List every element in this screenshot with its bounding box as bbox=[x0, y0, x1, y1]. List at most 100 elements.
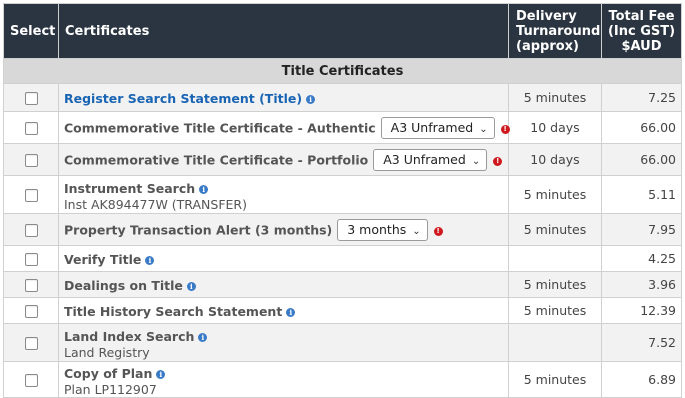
table-row: Title History Search Statement i 5 minutes… bbox=[3, 297, 682, 324]
table-row: Verify Title i 4.25 bbox=[3, 245, 682, 272]
table-row: Commemorative Title Certificate - Portfo… bbox=[3, 143, 682, 176]
certificate-cell: Verify Title i bbox=[58, 245, 509, 272]
certificate-cell: Property Transaction Alert (3 months) 3 m… bbox=[58, 213, 509, 246]
select-checkbox[interactable] bbox=[24, 253, 38, 266]
header-delivery-line3: (approx) bbox=[516, 38, 579, 54]
total-fee: 4.25 bbox=[601, 245, 682, 272]
certificate-cell: Register Search Statement (Title) i bbox=[58, 83, 509, 112]
select-checkbox[interactable] bbox=[24, 374, 38, 387]
delivery-time: 10 days bbox=[508, 111, 602, 144]
option-dropdown[interactable]: 3 months ⌄ bbox=[337, 218, 428, 241]
select-checkbox[interactable] bbox=[24, 154, 38, 167]
chevron-down-icon: ⌄ bbox=[479, 123, 488, 135]
select-checkbox[interactable] bbox=[24, 279, 38, 292]
certificate-cell: Commemorative Title Certificate - Authen… bbox=[58, 111, 510, 144]
header-fee-line1: Total Fee bbox=[608, 8, 675, 24]
warning-icon[interactable]: ! bbox=[433, 227, 443, 236]
certificate-subtext: Land Registry bbox=[64, 344, 150, 360]
certificate-link[interactable]: Register Search Statement (Title) bbox=[64, 91, 302, 106]
select-cell bbox=[3, 297, 59, 324]
certificate-line: Instrument Search i bbox=[64, 178, 508, 197]
select-cell bbox=[3, 175, 59, 214]
delivery-time: 5 minutes bbox=[508, 297, 602, 324]
warning-icon[interactable]: ! bbox=[500, 125, 510, 134]
delivery-time: 5 minutes bbox=[508, 175, 602, 214]
certificate-title: Instrument Search bbox=[64, 180, 196, 196]
header-delivery-line1: Delivery bbox=[516, 8, 577, 24]
certificate-line: Title History Search Statement i bbox=[64, 301, 508, 320]
info-icon[interactable]: i bbox=[145, 256, 155, 265]
certificate-cell: Instrument Search i Inst AK894477W (TRANSF… bbox=[58, 175, 509, 214]
certificate-line: Land Index Search i bbox=[64, 326, 508, 345]
info-icon[interactable]: i bbox=[156, 369, 166, 379]
certificate-title: Property Transaction Alert (3 months) bbox=[64, 222, 333, 237]
certificate-cell: Commemorative Title Certificate - Portfo… bbox=[58, 143, 509, 176]
select-cell bbox=[3, 143, 59, 176]
select-checkbox[interactable] bbox=[24, 92, 38, 105]
header-select: Select bbox=[3, 3, 59, 59]
info-icon[interactable]: i bbox=[199, 184, 209, 194]
table-row: Property Transaction Alert (3 months) 3 m… bbox=[3, 213, 682, 246]
table-header-row: Select Certificates Delivery Turnaround … bbox=[3, 3, 682, 59]
certificate-line: Commemorative Title Certificate - Authen… bbox=[64, 116, 510, 139]
select-checkbox[interactable] bbox=[24, 337, 38, 350]
total-fee: 7.95 bbox=[601, 213, 682, 246]
info-icon[interactable]: i bbox=[286, 308, 296, 317]
info-icon[interactable]: i bbox=[306, 95, 316, 104]
total-fee: 12.39 bbox=[601, 297, 682, 324]
select-checkbox[interactable] bbox=[24, 305, 38, 318]
select-checkbox[interactable] bbox=[24, 189, 38, 202]
option-dropdown-value: A3 Unframed bbox=[390, 119, 474, 135]
certificates-table: Select Certificates Delivery Turnaround … bbox=[3, 3, 682, 398]
certificate-subtext: Plan LP112907 bbox=[64, 381, 157, 397]
select-cell bbox=[3, 83, 59, 112]
select-cell bbox=[3, 111, 59, 144]
info-icon[interactable]: i bbox=[186, 282, 196, 291]
table-row: Register Search Statement (Title) i 5 minu… bbox=[3, 83, 682, 112]
delivery-time: 10 days bbox=[508, 143, 602, 176]
option-dropdown-value: 3 months bbox=[347, 221, 407, 237]
certificate-cell: Copy of Plan i Plan LP112907 bbox=[58, 361, 509, 398]
certificate-title: Title History Search Statement bbox=[64, 304, 283, 319]
table-row: Copy of Plan i Plan LP112907 5 minutes 6.89 bbox=[3, 361, 682, 398]
group-row: Title Certificates bbox=[3, 58, 682, 84]
certificate-line: Property Transaction Alert (3 months) 3 m… bbox=[64, 218, 508, 241]
certificate-title: Dealings on Title bbox=[64, 278, 183, 293]
certificate-title: Land Index Search bbox=[64, 328, 195, 344]
delivery-time bbox=[508, 245, 602, 272]
chevron-down-icon: ⌄ bbox=[471, 155, 481, 167]
total-fee: 3.96 bbox=[601, 271, 682, 298]
option-dropdown-value: A3 Unframed bbox=[383, 151, 466, 167]
header-fee-line3: $AUD bbox=[621, 38, 662, 54]
total-fee: 5.11 bbox=[601, 175, 682, 214]
header-delivery-line2: Turnaround bbox=[516, 23, 601, 39]
chevron-down-icon: ⌄ bbox=[412, 225, 421, 237]
select-checkbox[interactable] bbox=[24, 224, 38, 237]
certificate-line: Verify Title i bbox=[64, 249, 508, 268]
certificate-subtext: Inst AK894477W (TRANSFER) bbox=[64, 196, 247, 212]
header-fee: Total Fee (Inc GST) $AUD bbox=[601, 3, 682, 59]
info-icon[interactable]: i bbox=[198, 332, 208, 342]
delivery-time: 5 minutes bbox=[508, 83, 602, 112]
certificate-line: Register Search Statement (Title) i bbox=[64, 88, 508, 107]
select-checkbox[interactable] bbox=[24, 122, 38, 135]
option-dropdown[interactable]: A3 Unframed ⌄ bbox=[373, 148, 488, 171]
select-cell bbox=[3, 245, 59, 272]
certificate-cell: Land Index Search i Land Registry bbox=[58, 323, 509, 362]
select-cell bbox=[3, 323, 59, 362]
select-cell bbox=[3, 213, 59, 246]
certificate-cell: Title History Search Statement i bbox=[58, 297, 509, 324]
warning-icon[interactable]: ! bbox=[493, 157, 503, 166]
total-fee: 6.89 bbox=[601, 361, 682, 398]
header-delivery: Delivery Turnaround (approx) bbox=[508, 3, 602, 59]
delivery-time bbox=[508, 323, 602, 362]
delivery-time: 5 minutes bbox=[508, 271, 602, 298]
header-fee-line2: (Inc GST) bbox=[607, 23, 676, 39]
total-fee: 7.25 bbox=[601, 83, 682, 112]
certificate-line: Copy of Plan i bbox=[64, 363, 508, 382]
table-row: Instrument Search i Inst AK894477W (TRANSF… bbox=[3, 175, 682, 214]
option-dropdown[interactable]: A3 Unframed ⌄ bbox=[380, 116, 495, 139]
header-certificates: Certificates bbox=[58, 3, 509, 59]
certificate-title: Copy of Plan bbox=[64, 365, 153, 381]
certificate-title: Verify Title bbox=[64, 252, 142, 267]
